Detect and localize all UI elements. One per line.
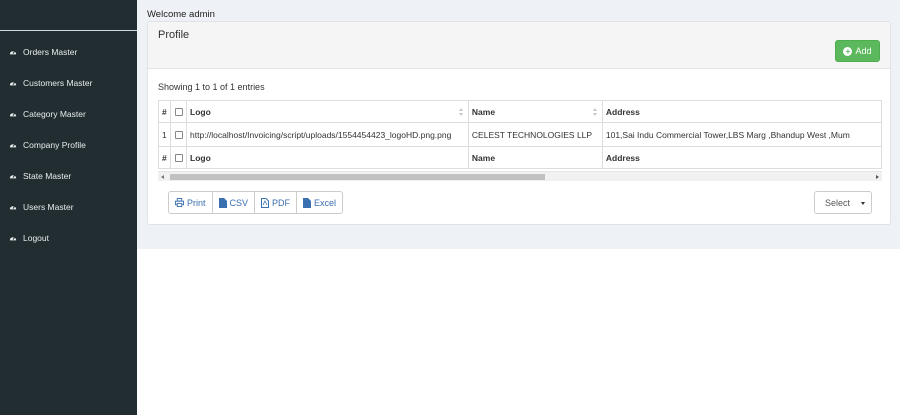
file-icon — [218, 197, 227, 208]
csv-label: CSV — [229, 197, 249, 208]
dashboard-icon — [9, 143, 17, 147]
column-header-label: Address — [605, 106, 640, 117]
cell-name: CELEST TECHNOLOGIES LLP — [467, 122, 603, 147]
select-all-checkbox[interactable] — [174, 154, 183, 163]
welcome-text: Welcome admin — [147, 9, 215, 20]
sidebar-item-label: Customers Master — [23, 77, 93, 88]
row-checkbox[interactable] — [174, 131, 183, 140]
profile-panel: Profile + Add Showing 1 to 1 of 1 entrie… — [147, 21, 891, 225]
plus-circle-icon: + — [843, 46, 853, 56]
column-header-address[interactable]: Address — [601, 100, 882, 123]
cell-logo: http://localhost/Invoicing/script/upload… — [186, 122, 469, 147]
excel-button[interactable]: Excel — [296, 191, 344, 214]
dashboard-icon — [9, 50, 17, 54]
add-button-label: Add — [855, 46, 872, 56]
sidebar-item-customers-master[interactable]: Customers Master — [0, 67, 137, 98]
cell-address: 101,Sai Indu Commercial Tower,LBS Marg ,… — [601, 122, 882, 147]
cell-select — [170, 122, 188, 147]
scrollbar-thumb[interactable] — [170, 174, 545, 180]
select-dropdown[interactable]: Select — [814, 191, 872, 214]
sidebar-menu: Orders Master Customers Master Category … — [0, 36, 137, 253]
data-table-wrapper: # Logo Name Address 1 http://localhost/I… — [158, 100, 882, 181]
print-label: Print — [187, 197, 206, 208]
sidebar-item-category-master[interactable]: Category Master — [0, 98, 137, 129]
csv-button[interactable]: CSV — [211, 191, 256, 214]
dashboard-icon — [9, 81, 17, 85]
column-header-select — [170, 100, 188, 123]
sidebar-item-logout[interactable]: Logout — [0, 222, 137, 253]
column-footer-select — [170, 146, 188, 169]
sidebar-divider — [0, 30, 137, 31]
dashboard-icon — [9, 236, 17, 240]
pdf-label: PDF — [272, 197, 291, 208]
sidebar-item-label: Orders Master — [23, 46, 78, 57]
entries-info: Showing 1 to 1 of 1 entries — [158, 82, 265, 92]
sidebar-item-state-master[interactable]: State Master — [0, 160, 137, 191]
select-value: Select — [825, 197, 851, 208]
horizontal-scrollbar[interactable] — [158, 171, 882, 181]
dashboard-icon — [9, 112, 17, 116]
sidebar-item-users-master[interactable]: Users Master — [0, 191, 137, 222]
column-footer-number: # — [158, 146, 172, 169]
data-table: # Logo Name Address 1 http://localhost/I… — [158, 100, 882, 169]
panel-header: Profile + Add — [148, 22, 890, 69]
column-header-logo[interactable]: Logo — [186, 100, 469, 123]
main-content: Welcome admin Profile + Add Showing 1 to… — [137, 0, 900, 249]
column-footer-name: Name — [467, 146, 603, 169]
panel-title: Profile — [158, 29, 190, 41]
scroll-right-icon[interactable] — [876, 175, 879, 179]
sidebar-item-company-profile[interactable]: Company Profile — [0, 129, 137, 160]
sidebar-item-label: Company Profile — [23, 139, 86, 150]
table-row[interactable]: 1 http://localhost/Invoicing/script/uplo… — [158, 122, 882, 147]
dashboard-icon — [9, 205, 17, 209]
column-header-name[interactable]: Name — [467, 100, 603, 123]
select-all-checkbox[interactable] — [174, 108, 183, 117]
sort-icon — [458, 108, 464, 118]
column-header-number: # — [158, 100, 172, 123]
add-button[interactable]: + Add — [835, 40, 880, 62]
sidebar-item-label: Category Master — [23, 108, 86, 119]
chevron-down-icon — [861, 202, 865, 205]
print-icon — [175, 198, 184, 207]
sidebar-item-label: State Master — [23, 170, 72, 181]
table-footer-row: # Logo Name Address — [158, 146, 882, 169]
sidebar-item-label: Users Master — [23, 201, 74, 212]
export-buttons: Print CSV PDF Excel — [168, 191, 344, 214]
scroll-left-icon[interactable] — [161, 175, 164, 179]
sidebar: Orders Master Customers Master Category … — [0, 0, 137, 415]
print-button[interactable]: Print — [168, 191, 213, 214]
table-header-row: # Logo Name Address — [158, 100, 882, 123]
column-footer-logo: Logo — [186, 146, 469, 169]
column-footer-address: Address — [601, 146, 882, 169]
pdf-file-icon — [261, 197, 270, 208]
file-icon — [303, 197, 312, 208]
pdf-button[interactable]: PDF — [254, 191, 298, 214]
sidebar-item-label: Logout — [23, 232, 49, 243]
excel-label: Excel — [314, 197, 337, 208]
sort-icon — [592, 108, 598, 118]
column-header-label: Name — [471, 106, 496, 117]
cell-number: 1 — [158, 122, 172, 147]
column-header-label: Logo — [190, 106, 211, 117]
sidebar-item-orders-master[interactable]: Orders Master — [0, 36, 137, 67]
dashboard-icon — [9, 174, 17, 178]
